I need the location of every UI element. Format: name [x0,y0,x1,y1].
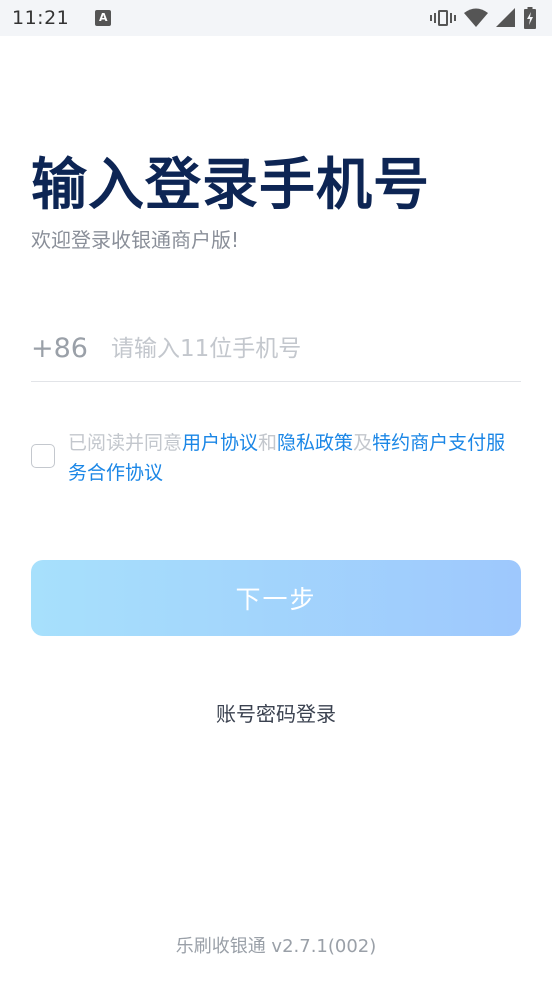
agreement-also: 及 [353,432,373,454]
status-time: 11:21 [12,7,70,29]
status-right [430,7,536,29]
agreement-text: 已阅读并同意用户协议和隐私政策及特约商户支付服务合作协议 [68,428,521,488]
app-version: 乐刷收银通 v2.7.1(002) [175,936,377,957]
status-left: 11:21 A [12,7,112,29]
status-bar: 11:21 A [0,0,552,36]
vibrate-icon [430,10,456,26]
phone-input[interactable] [111,324,521,373]
agreement-prefix: 已阅读并同意 [68,432,183,454]
next-button[interactable]: 下一步 [31,560,521,636]
notification-icon: A [95,10,112,26]
country-code[interactable]: +86 [31,333,111,364]
battery-charging-icon [524,7,536,29]
page-subtitle: 欢迎登录收银通商户版! [31,228,240,252]
agreement-and: 和 [258,432,278,454]
phone-field-row: +86 [31,316,521,382]
user-agreement-link[interactable]: 用户协议 [182,432,258,454]
password-login-link[interactable]: 账号密码登录 [0,698,552,727]
wifi-icon [464,8,488,27]
page-title: 输入登录手机号 [31,153,430,218]
agreement-checkbox[interactable] [31,444,55,468]
privacy-policy-link[interactable]: 隐私政策 [277,432,353,454]
agreement-row: 已阅读并同意用户协议和隐私政策及特约商户支付服务合作协议 [31,428,521,488]
signal-icon [496,8,515,27]
